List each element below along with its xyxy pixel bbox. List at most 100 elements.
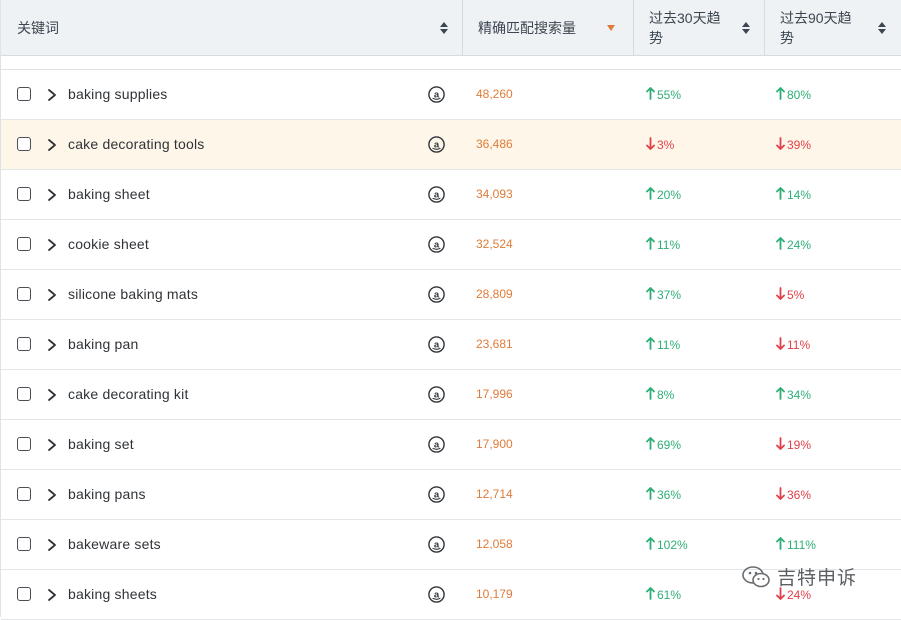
search-volume: 12,714: [476, 487, 513, 501]
trend-30d-value: 36%: [657, 488, 682, 502]
row-checkbox[interactable]: [17, 287, 31, 301]
keyword-text[interactable]: cake decorating tools: [68, 136, 205, 152]
trend-30d-value: 11%: [657, 338, 681, 352]
trend-30d: 11%: [646, 237, 680, 253]
arrow-up-icon: [646, 387, 657, 403]
trend-90d-value: 39%: [787, 138, 812, 152]
arrow-up-icon: [646, 87, 657, 103]
row-checkbox[interactable]: [17, 437, 31, 451]
trend-90d-value: 14%: [787, 188, 812, 202]
chevron-right-icon[interactable]: [45, 287, 59, 303]
trend-30d-value: 3%: [657, 138, 675, 152]
keyword-text[interactable]: baking sheets: [68, 586, 157, 602]
keyword-text[interactable]: baking sheet: [68, 186, 150, 202]
row-checkbox[interactable]: [17, 237, 31, 251]
amazon-icon[interactable]: a: [428, 186, 445, 203]
keyword-text[interactable]: cake decorating kit: [68, 386, 189, 402]
table-row[interactable]: baking pan a 23,681 11% 11%: [1, 320, 901, 370]
trend-30d: 102%: [646, 537, 688, 553]
table-row[interactable]: baking supplies a 48,260 55% 80%: [1, 70, 901, 120]
chevron-right-icon[interactable]: [45, 187, 59, 203]
chevron-right-icon[interactable]: [45, 237, 59, 253]
amazon-icon[interactable]: a: [428, 86, 445, 103]
table-row[interactable]: cookie sheet a 32,524 11% 24%: [1, 220, 901, 270]
chevron-right-icon[interactable]: [45, 337, 59, 353]
table-row[interactable]: cake decorating tools a 36,486 3% 39%: [1, 120, 901, 170]
arrow-down-icon: [776, 437, 787, 453]
arrow-down-icon: [646, 137, 657, 153]
row-checkbox[interactable]: [17, 587, 31, 601]
keyword-text[interactable]: baking supplies: [68, 86, 168, 102]
trend-90d-value: 34%: [787, 388, 812, 402]
arrow-up-icon: [646, 287, 657, 303]
keyword-text[interactable]: bakeware sets: [68, 536, 161, 552]
arrow-down-icon: [776, 287, 787, 303]
row-checkbox[interactable]: [17, 137, 31, 151]
sort-icon[interactable]: [742, 21, 750, 34]
keyword-text[interactable]: cookie sheet: [68, 236, 149, 252]
amazon-icon[interactable]: a: [428, 386, 445, 403]
amazon-icon[interactable]: a: [428, 236, 445, 253]
arrow-down-icon: [776, 137, 787, 153]
trend-30d-value: 69%: [657, 438, 682, 452]
trend-90d-value: 36%: [787, 488, 812, 502]
sort-icon[interactable]: [878, 21, 886, 34]
search-volume: 36,486: [476, 137, 513, 151]
sort-icon[interactable]: [440, 21, 448, 34]
chevron-right-icon[interactable]: [45, 437, 59, 453]
chevron-right-icon[interactable]: [45, 387, 59, 403]
arrow-down-icon: [776, 337, 787, 353]
search-volume: 48,260: [476, 87, 513, 101]
chevron-right-icon[interactable]: [45, 87, 59, 103]
watermark-text: 吉特申诉: [777, 568, 858, 589]
trend-90d: 19%: [776, 437, 811, 453]
search-volume: 23,681: [476, 337, 513, 351]
arrow-up-icon: [646, 437, 657, 453]
keyword-text[interactable]: silicone baking mats: [68, 286, 198, 302]
keyword-text[interactable]: baking pans: [68, 486, 146, 502]
amazon-icon[interactable]: a: [428, 286, 445, 303]
keyword-text[interactable]: baking pan: [68, 336, 139, 352]
trend-90d: 5%: [776, 287, 804, 303]
keyword-text[interactable]: baking set: [68, 436, 134, 452]
chevron-right-icon[interactable]: [45, 487, 59, 503]
table-row[interactable]: baking pans a 12,714 36% 36%: [1, 470, 901, 520]
row-checkbox[interactable]: [17, 387, 31, 401]
amazon-icon[interactable]: a: [428, 436, 445, 453]
trend-90d-value: 111%: [787, 538, 816, 552]
trend-30d: 8%: [646, 387, 674, 403]
sort-desc-icon[interactable]: [607, 24, 615, 31]
trend-30d-value: 37%: [657, 288, 682, 302]
table-row[interactable]: baking sheet a 34,093 20% 14%: [1, 170, 901, 220]
col-trend30-header[interactable]: 过去30天趋势: [633, 0, 764, 55]
amazon-icon[interactable]: a: [428, 336, 445, 353]
trend-30d: 37%: [646, 287, 681, 303]
table-row[interactable]: cake decorating kit a 17,996 8% 34%: [1, 370, 901, 420]
row-checkbox[interactable]: [17, 487, 31, 501]
amazon-icon[interactable]: a: [428, 586, 445, 603]
trend-90d-value: 5%: [787, 288, 805, 302]
row-checkbox[interactable]: [17, 337, 31, 351]
trend-90d: 11%: [776, 337, 810, 353]
col-trend90-header[interactable]: 过去90天趋势: [764, 0, 901, 55]
arrow-up-icon: [776, 387, 787, 403]
amazon-icon[interactable]: a: [428, 536, 445, 553]
header-spacer: [1, 56, 901, 70]
chevron-right-icon[interactable]: [45, 587, 59, 603]
chevron-right-icon[interactable]: [45, 537, 59, 553]
search-volume: 28,809: [476, 287, 513, 301]
amazon-icon[interactable]: a: [428, 486, 445, 503]
col-volume-header[interactable]: 精确匹配搜索量: [462, 0, 633, 55]
search-volume: 10,179: [476, 587, 513, 601]
col-keyword-header[interactable]: 关键词: [1, 0, 462, 55]
row-checkbox[interactable]: [17, 87, 31, 101]
table-row[interactable]: baking set a 17,900 69% 19%: [1, 420, 901, 470]
trend-30d: 61%: [646, 587, 681, 603]
row-checkbox[interactable]: [17, 537, 31, 551]
row-checkbox[interactable]: [17, 187, 31, 201]
amazon-icon[interactable]: a: [428, 136, 445, 153]
chevron-right-icon[interactable]: [45, 137, 59, 153]
trend-30d-value: 61%: [657, 588, 682, 602]
trend-90d: 80%: [776, 87, 811, 103]
table-row[interactable]: silicone baking mats a 28,809 37% 5%: [1, 270, 901, 320]
